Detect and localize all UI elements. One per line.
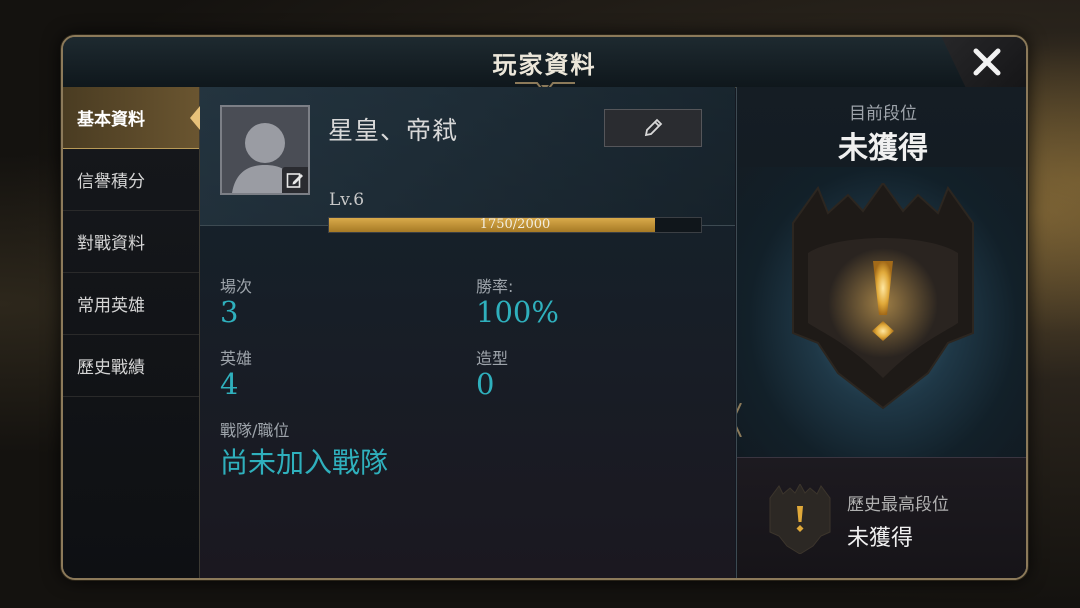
heroes-label: 英雄 [220, 349, 253, 368]
sidebar-item-label: 對戰資料 [77, 234, 145, 254]
winrate-value: 100% [476, 295, 559, 329]
sidebar-item-label: 信譽積分 [77, 172, 145, 192]
sidebar-item-battle-data[interactable]: 對戰資料 [63, 211, 199, 273]
current-rank-label: 目前段位 [849, 104, 917, 124]
team-label: 戰隊/職位 [220, 421, 290, 440]
sidebar-item-basic-info[interactable]: 基本資料 [63, 87, 200, 149]
sidebar-item-match-history[interactable]: 歷史戰績 [63, 335, 199, 397]
sidebar-item-common-heroes[interactable]: 常用英雄 [63, 273, 199, 335]
sidebar-item-credit-score[interactable]: 信譽積分 [63, 149, 199, 211]
basic-info-content: 星皇、帝弒 Lv.6 1750/2000 場次 3 勝率: 100% 英雄 4 … [200, 87, 735, 578]
dialog-title: 玩家資料 [492, 51, 597, 79]
edit-icon [286, 173, 303, 188]
matches-value: 3 [220, 295, 239, 329]
rename-button[interactable] [604, 109, 702, 147]
title-bar: 玩家資料 [63, 37, 1026, 95]
close-icon [973, 48, 1001, 76]
matches-label: 場次 [220, 277, 253, 296]
divider-ornament-icon [737, 403, 742, 437]
sidebar-item-label: 常用英雄 [77, 296, 145, 316]
pencil-icon [644, 118, 663, 137]
winrate-label: 勝率: [476, 277, 514, 296]
best-rank-emblem-icon [769, 484, 831, 554]
skins-label: 造型 [476, 349, 509, 368]
best-rank-box: 歷史最高段位 未獲得 [737, 457, 1026, 578]
avatar-edit-button[interactable] [282, 167, 308, 193]
rank-unranked-emblem-icon[interactable] [773, 183, 993, 413]
team-value[interactable]: 尚未加入戰隊 [220, 441, 388, 481]
active-indicator-icon [190, 105, 200, 130]
best-rank-value: 未獲得 [847, 526, 914, 551]
heroes-value: 4 [220, 367, 239, 401]
player-level: Lv.6 [329, 190, 365, 210]
sidebar: 基本資料 信譽積分 對戰資料 常用英雄 歷史戰績 [63, 87, 200, 578]
xp-progress-bar: 1750/2000 [328, 217, 702, 233]
xp-progress-text: 1750/2000 [479, 217, 551, 232]
avatar[interactable] [220, 105, 310, 195]
player-info-dialog: 玩家資料 基本資料 信譽積分 對戰資料 常用英雄 歷史戰績 星皇、帝弒 Lv.6… [61, 35, 1028, 580]
sidebar-item-label: 基本資料 [77, 110, 145, 130]
player-name: 星皇、帝弒 [328, 116, 459, 145]
skins-value: 0 [476, 367, 495, 401]
current-rank-value: 未獲得 [838, 131, 928, 166]
best-rank-label: 歷史最高段位 [847, 495, 949, 515]
sidebar-item-label: 歷史戰績 [77, 358, 145, 378]
profile-header: 星皇、帝弒 Lv.6 1750/2000 [200, 87, 735, 233]
rank-panel: 目前段位 未獲得 歷史最高段位 未獲得 [736, 87, 1026, 578]
